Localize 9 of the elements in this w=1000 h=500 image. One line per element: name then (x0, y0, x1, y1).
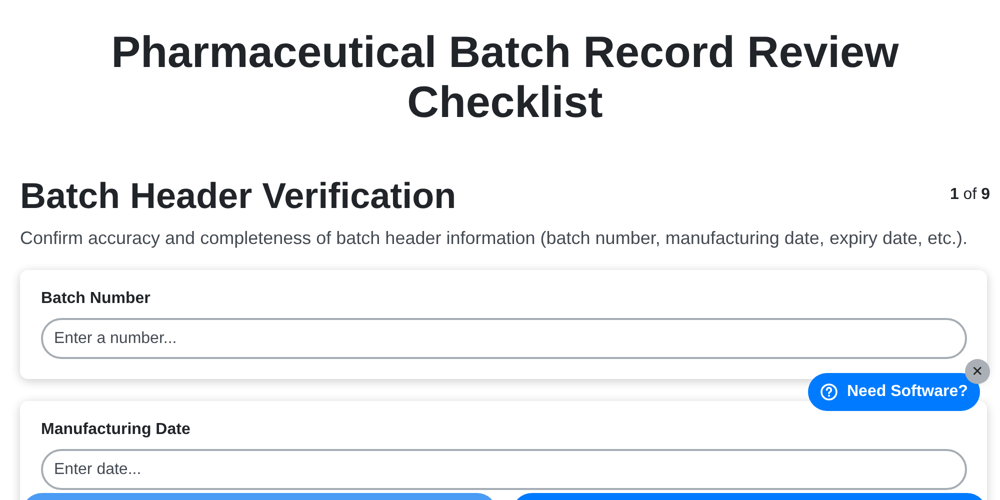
step-counter: 1 of 9 (950, 186, 990, 204)
input-field[interactable]: Enter date... (41, 449, 967, 490)
section-heading: Batch Header Verification (20, 174, 456, 218)
page-title: Pharmaceutical Batch Record Review Checklist (110, 27, 900, 128)
section-description: Confirm accuracy and completeness of batch header information (batch number, manufacturing date, expiry date, etc.). (20, 228, 968, 249)
field-label: Manufacturing Date (41, 421, 192, 439)
help-icon (820, 383, 838, 401)
field-label: Batch Number (41, 290, 152, 308)
input-field[interactable]: Enter a number... (41, 318, 967, 359)
